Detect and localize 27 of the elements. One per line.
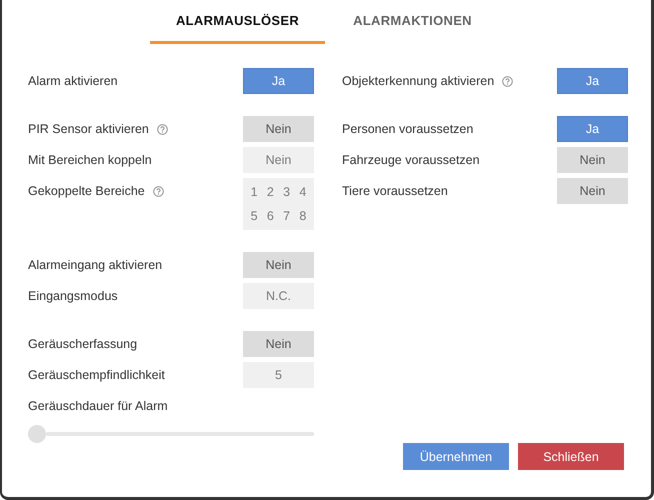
field-label: Mit Bereichen koppeln xyxy=(28,153,152,167)
field-label: Gekoppelte Bereiche xyxy=(28,184,145,198)
field-label: Personen voraussetzen xyxy=(342,122,474,136)
tab[interactable]: ALARMAUSLÖSER xyxy=(150,0,325,44)
toggle-button[interactable]: Ja xyxy=(243,68,314,94)
field-label: Alarm aktivieren xyxy=(28,74,118,88)
field-label: Geräuschdauer für Alarm xyxy=(28,399,168,413)
field-label: Objekterkennung aktivieren xyxy=(342,74,494,88)
toggle-button[interactable]: Ja xyxy=(557,68,628,94)
toggle-button[interactable]: Nein xyxy=(557,178,628,204)
field-label: Geräuscherfassung xyxy=(28,337,138,351)
help-icon[interactable] xyxy=(156,124,168,134)
field-label: Tiere voraussetzen xyxy=(342,184,448,198)
dialog-button[interactable]: Übernehmen xyxy=(403,443,509,470)
tab[interactable]: ALARMAKTIONEN xyxy=(325,0,500,44)
field-label: Eingangsmodus xyxy=(28,289,118,303)
toggle-button[interactable]: Nein xyxy=(243,331,314,357)
dialog-button[interactable]: Schließen xyxy=(518,443,624,470)
field-label: Geräuschempfindlichkeit xyxy=(28,368,165,382)
toggle-button[interactable]: Nein xyxy=(557,147,628,173)
toggle-button[interactable]: Ja xyxy=(557,116,628,142)
field-label: PIR Sensor aktivieren xyxy=(28,122,149,136)
help-icon[interactable] xyxy=(502,76,514,86)
field-label: Alarmeingang aktivieren xyxy=(28,258,162,272)
toggle-button[interactable]: Nein xyxy=(243,116,314,142)
field-label: Fahrzeuge voraussetzen xyxy=(342,153,480,167)
toggle-button[interactable]: Nein xyxy=(243,252,314,278)
